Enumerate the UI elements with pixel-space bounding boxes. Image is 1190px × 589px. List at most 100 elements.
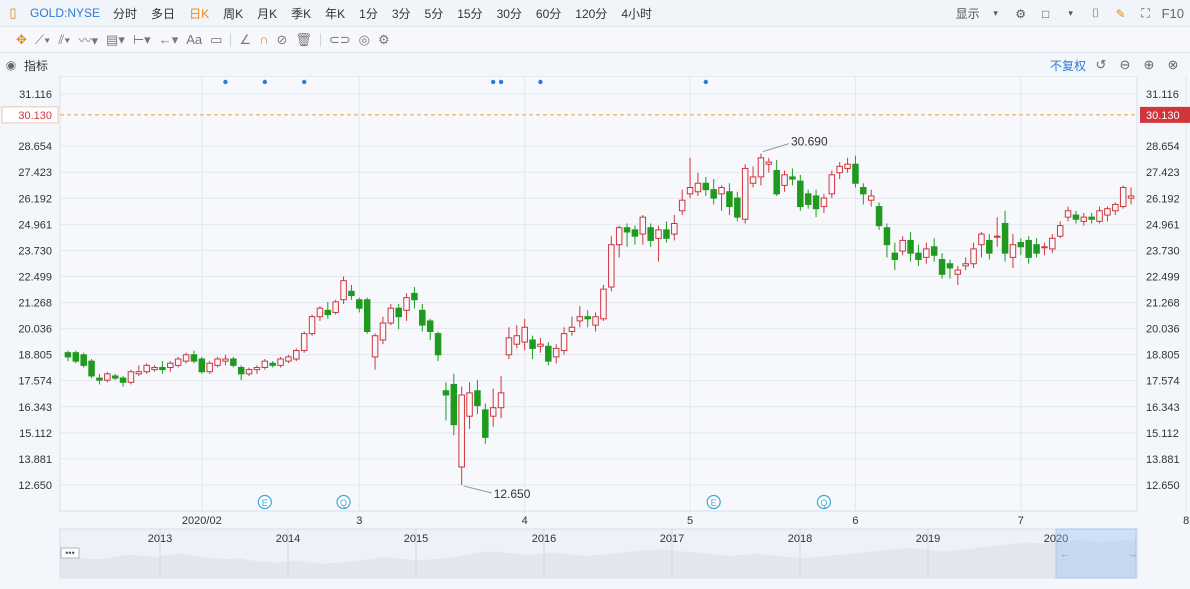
candle-body bbox=[545, 345, 552, 362]
event-marker-dot bbox=[703, 79, 709, 85]
display-menu[interactable]: 显示 bbox=[956, 5, 980, 22]
period-tab[interactable]: 120分 bbox=[575, 5, 607, 22]
text-tool-icon[interactable]: Aa bbox=[186, 30, 202, 50]
navigator-year-label: 2014 bbox=[276, 533, 300, 545]
pencil-icon[interactable]: ✎ bbox=[1112, 5, 1130, 23]
navigator-year-label: 2018 bbox=[788, 533, 812, 545]
close-icon[interactable]: ⊗ bbox=[1164, 56, 1182, 74]
gear-icon[interactable]: ⚙ bbox=[378, 30, 390, 50]
candle-body bbox=[946, 263, 954, 269]
zoom-out-icon[interactable]: ⊖ bbox=[1116, 56, 1134, 74]
line-tool-icon[interactable]: ⟋▾ bbox=[35, 30, 50, 50]
period-tab[interactable]: 周K bbox=[223, 5, 243, 22]
y-tick-label-left: 15.112 bbox=[19, 428, 52, 440]
period-tab[interactable]: 3分 bbox=[392, 5, 411, 22]
collapse-circle-icon[interactable]: ◉ bbox=[2, 56, 20, 74]
camera-icon[interactable]: ⌷ bbox=[1087, 5, 1105, 23]
navigator-year-label: 2016 bbox=[532, 533, 556, 545]
x-tick-label: 8 bbox=[1183, 515, 1189, 527]
magnet-icon[interactable]: ∩ bbox=[259, 30, 268, 50]
period-tab[interactable]: 1分 bbox=[359, 5, 378, 22]
candle-body bbox=[1033, 244, 1040, 254]
candle-body bbox=[757, 157, 765, 178]
comment-tool-icon[interactable]: ▭ bbox=[210, 30, 222, 50]
event-marker-dot bbox=[538, 79, 543, 85]
fib-tool-icon[interactable]: ▤▾ bbox=[106, 30, 125, 50]
candle-body bbox=[521, 326, 528, 343]
y-tick-label-left: 18.805 bbox=[18, 350, 52, 362]
candle-body bbox=[387, 307, 395, 324]
candle-body bbox=[505, 337, 513, 356]
candle-body bbox=[686, 187, 694, 195]
navigator-year-label: 2017 bbox=[660, 533, 684, 545]
zoom-in-icon[interactable]: ⊕ bbox=[1140, 56, 1158, 74]
navigator-year-label: 2013 bbox=[148, 533, 172, 545]
undo-icon[interactable]: ↺ bbox=[1092, 56, 1110, 74]
event-marker-dot bbox=[490, 79, 496, 85]
y-tick-label-left: 24.961 bbox=[18, 219, 52, 231]
indicator-row: ◉ 指标 不复权 ↺ ⊖ ⊕ ⊗ bbox=[0, 54, 1190, 76]
x-tick-label: 6 bbox=[852, 515, 858, 527]
period-tab[interactable]: 5分 bbox=[425, 5, 444, 22]
y-tick-label-right: 13.881 bbox=[1146, 454, 1180, 466]
candle-body bbox=[860, 187, 867, 195]
candle-body bbox=[1056, 225, 1064, 237]
period-tab[interactable]: 月K bbox=[257, 5, 277, 22]
candle-body bbox=[789, 176, 796, 180]
ray-tool-icon[interactable]: ⫽▾ bbox=[58, 30, 70, 50]
candle-body bbox=[576, 316, 584, 322]
period-tab[interactable]: 多日 bbox=[151, 5, 175, 22]
link-icon[interactable]: ⊂⊃ bbox=[329, 30, 351, 50]
adjust-toggle[interactable]: 不复权 bbox=[1050, 57, 1086, 74]
period-tab[interactable]: 年K bbox=[325, 5, 345, 22]
candlestick-chart[interactable]: 31.116 31.116 28.654 28.654 27.423 27.423 26.1… bbox=[0, 76, 1190, 589]
candle-body bbox=[80, 354, 87, 366]
period-tab[interactable]: 60分 bbox=[536, 5, 561, 22]
candle-body bbox=[111, 375, 119, 379]
crosshair-move-icon[interactable]: ✥ bbox=[16, 30, 27, 50]
period-tab[interactable]: 30分 bbox=[497, 5, 522, 22]
hide-icon[interactable]: ⊘ bbox=[276, 30, 287, 50]
candle-body bbox=[718, 187, 725, 195]
toolbar-divider bbox=[230, 32, 232, 47]
candle-body bbox=[269, 362, 276, 366]
period-tab[interactable]: 15分 bbox=[457, 5, 482, 22]
y-tick-label-left: 23.730 bbox=[18, 245, 52, 257]
measure-tool-icon[interactable]: ⊢▾ bbox=[133, 30, 151, 50]
candle-body bbox=[104, 373, 111, 381]
y-tick-label-left: 22.499 bbox=[18, 271, 52, 283]
period-tab[interactable]: 分时 bbox=[113, 5, 137, 22]
candle-body bbox=[348, 290, 355, 296]
angle-tool-icon[interactable]: ∠ bbox=[239, 30, 251, 50]
eye-icon[interactable]: ◎ bbox=[359, 30, 370, 50]
candle-body bbox=[962, 263, 969, 267]
candle-body bbox=[844, 163, 851, 169]
sidebar-toggle-icon[interactable]: ▯ bbox=[4, 4, 22, 22]
candle-body bbox=[159, 366, 166, 371]
y-tick-label-left: 13.881 bbox=[18, 454, 52, 466]
candle-body bbox=[891, 252, 899, 260]
candle-body bbox=[135, 371, 143, 375]
fullscreen-icon[interactable]: ⛶ bbox=[1137, 5, 1155, 23]
candle-body bbox=[726, 191, 733, 208]
wave-tool-icon[interactable]: 〰▾ bbox=[79, 30, 99, 50]
candle-body bbox=[143, 364, 150, 373]
candle-body bbox=[182, 354, 190, 362]
layout-icon[interactable]: □ bbox=[1037, 5, 1055, 23]
period-tab[interactable]: 日K bbox=[189, 5, 209, 22]
navigator-grip-dots: ••• bbox=[65, 548, 74, 558]
candle-body bbox=[316, 307, 324, 318]
x-tick-label: 7 bbox=[1018, 515, 1024, 527]
candle-body bbox=[883, 227, 891, 246]
candle-body bbox=[1001, 223, 1009, 254]
trash-icon[interactable]: 🗑 bbox=[295, 30, 312, 50]
arrow-tool-icon[interactable]: ←▾ bbox=[159, 30, 179, 50]
candle-body bbox=[167, 362, 174, 368]
navigator-year-label: 2019 bbox=[916, 533, 940, 545]
event-marker-dot bbox=[301, 79, 307, 85]
period-tab[interactable]: 季K bbox=[291, 5, 311, 22]
settings-icon[interactable]: ⚙ bbox=[1012, 5, 1030, 23]
candle-body bbox=[379, 322, 387, 341]
f10-button[interactable]: F10 bbox=[1162, 6, 1184, 21]
period-tab[interactable]: 4小时 bbox=[621, 5, 652, 22]
